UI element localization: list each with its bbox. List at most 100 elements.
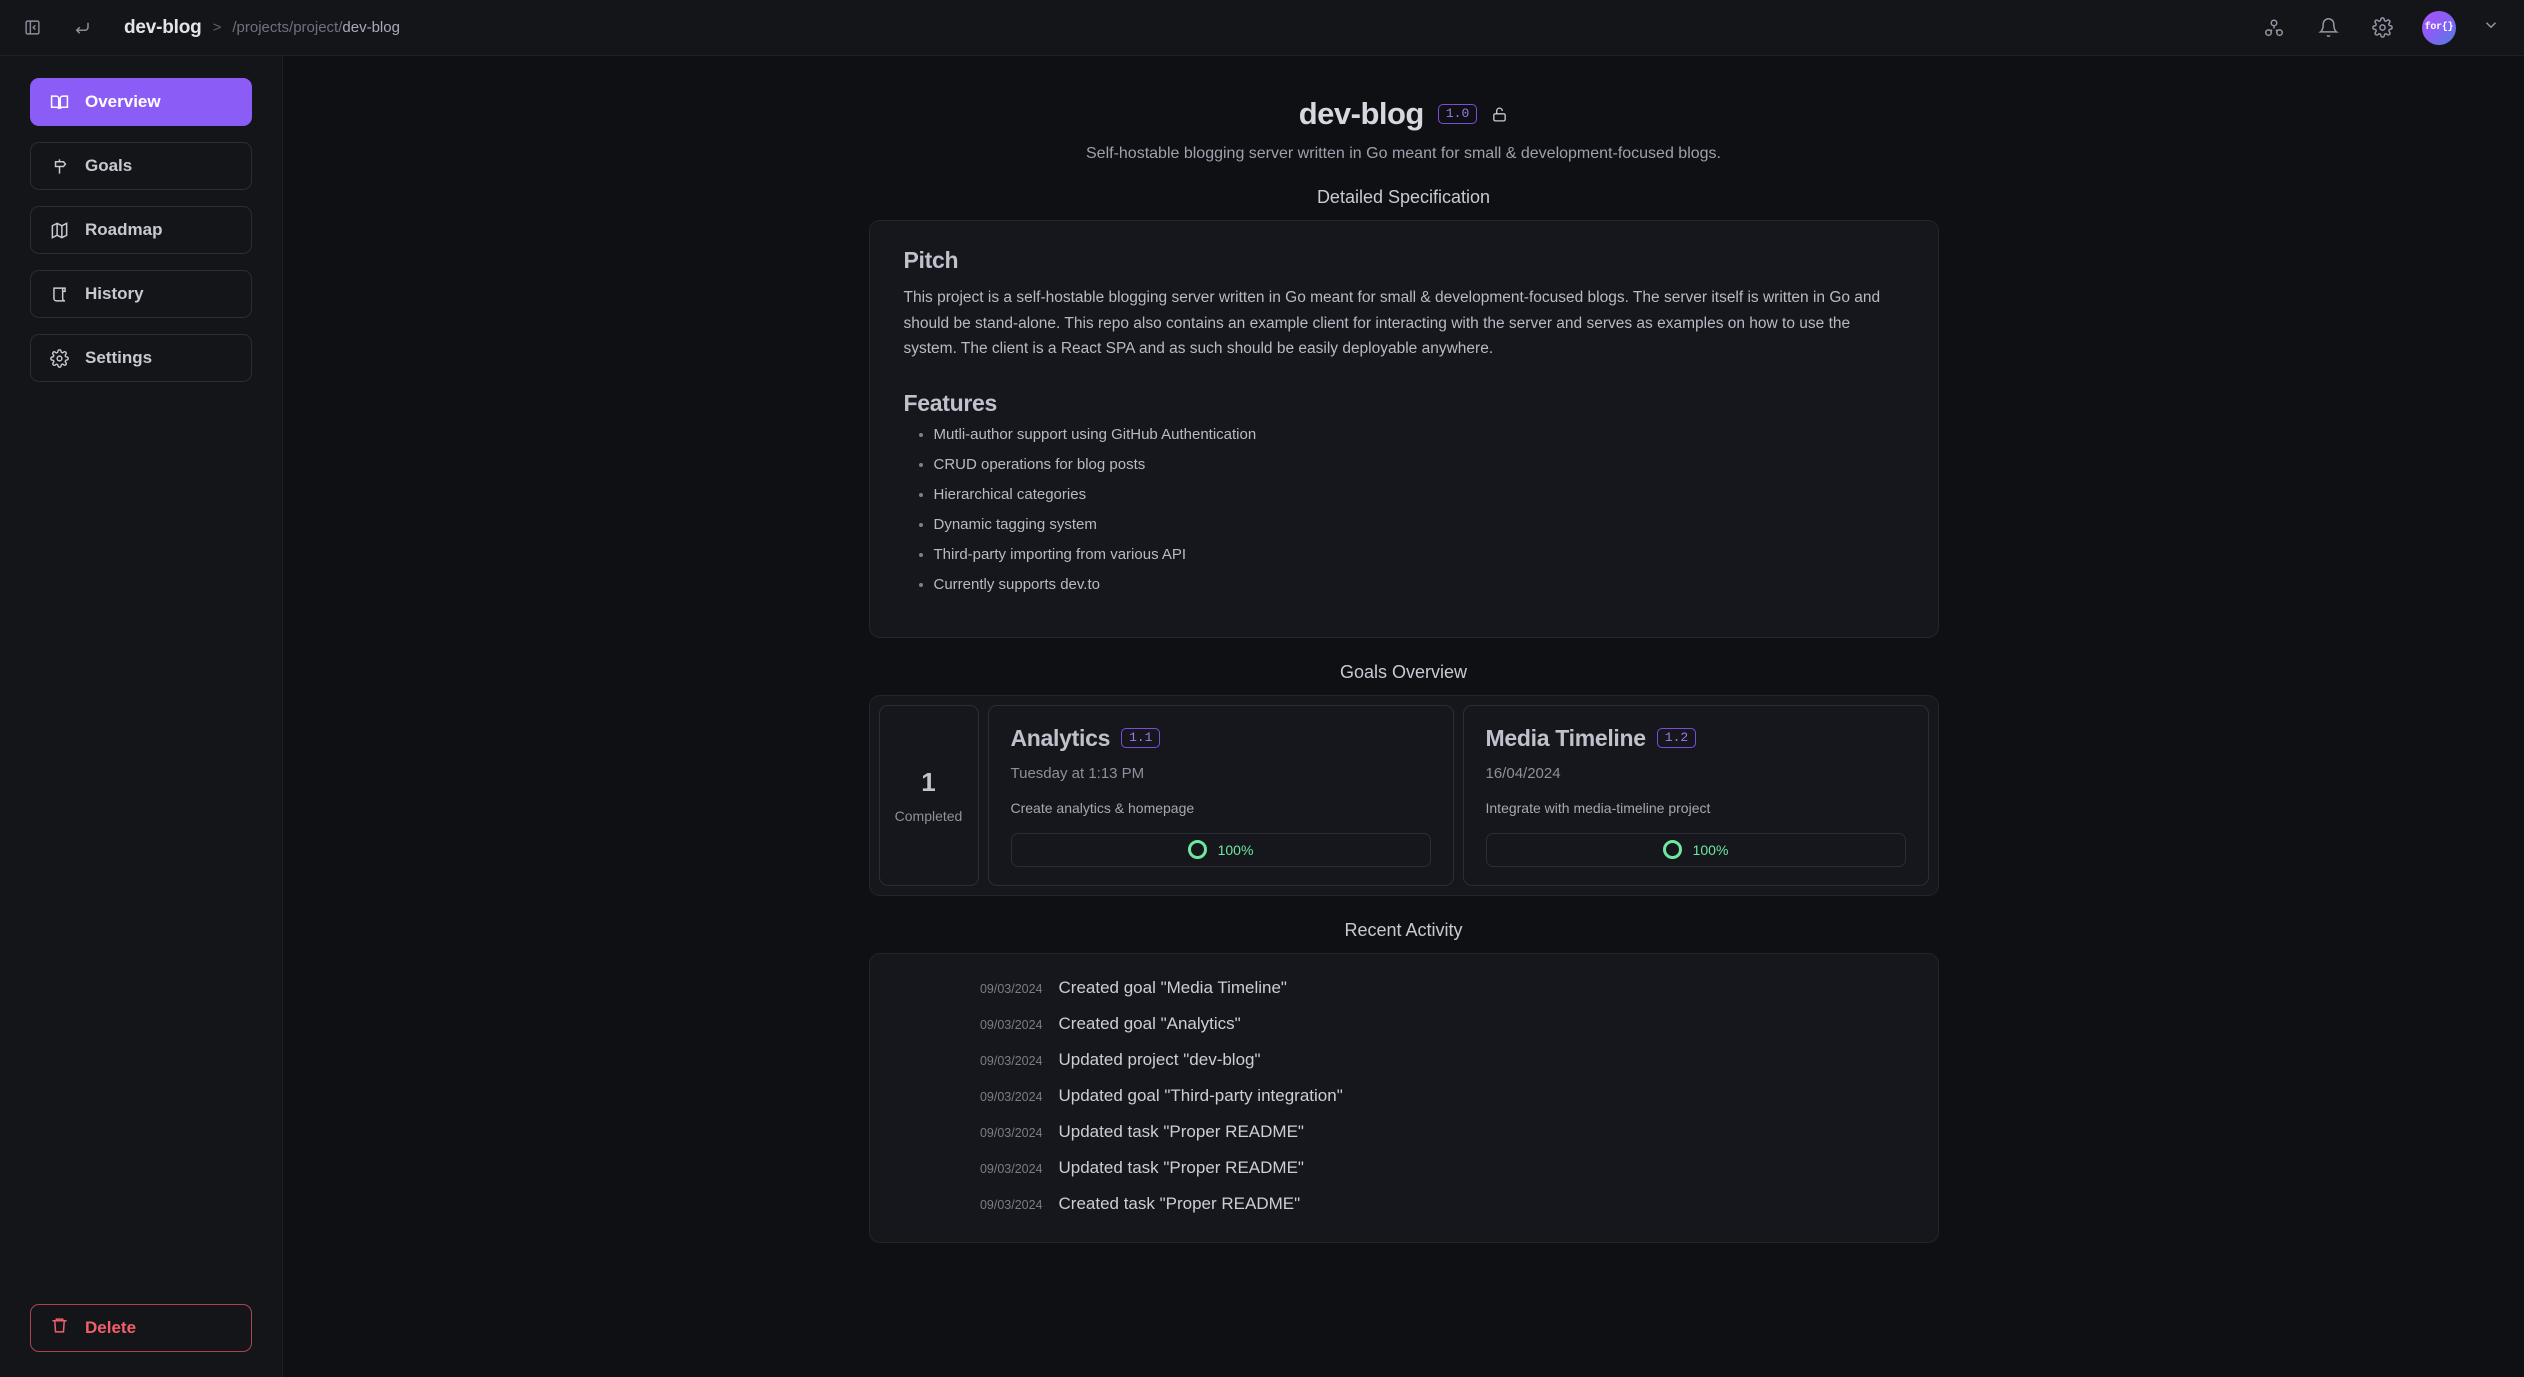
breadcrumb: dev-blog > /projects/project/dev-blog — [124, 17, 400, 39]
chevron-down-icon[interactable] — [2482, 16, 2500, 39]
goal-date: Tuesday at 1:13 PM — [1010, 764, 1145, 782]
features-heading: Features — [903, 389, 998, 416]
activity-text: Updated project "dev-blog" — [1058, 1049, 1261, 1069]
list-item: Hierarchical categories — [934, 487, 1904, 502]
activity-text: Created task "Proper README" — [1058, 1193, 1301, 1213]
section-title-specification: Detailed Specification — [1316, 187, 1491, 207]
activity-text: Created goal "Analytics" — [1058, 1013, 1241, 1033]
goal-card[interactable]: Analytics 1.1 Tuesday at 1:13 PM Create … — [987, 704, 1454, 886]
activity-date: 09/03/2024 — [979, 1089, 1043, 1104]
goals-overview: 1 Completed Analytics 1.1 Tuesday at 1:1… — [868, 694, 1939, 896]
breadcrumb-title[interactable]: dev-blog — [124, 17, 202, 39]
list-item[interactable]: 09/03/2024 Created goal "Analytics" — [870, 1008, 1938, 1044]
panel-collapse-icon[interactable] — [18, 14, 46, 42]
bell-icon[interactable] — [2314, 14, 2342, 42]
activity-text: Updated task "Proper README" — [1058, 1121, 1304, 1141]
list-item: Dynamic tagging system — [934, 517, 1904, 532]
goal-description: Integrate with media-timeline project — [1485, 799, 1711, 816]
breadcrumb-path-prefix: /projects/project/ — [232, 19, 343, 36]
goal-version-badge: 1.1 — [1121, 728, 1161, 749]
progress-percent: 100% — [1217, 841, 1254, 858]
sidebar-item-label: History — [85, 284, 144, 303]
list-item[interactable]: 09/03/2024 Updated goal "Third-party int… — [870, 1080, 1938, 1116]
content-column: dev-blog 1.0 Self-hostable blogging serv… — [868, 96, 1939, 1243]
list-item[interactable]: 09/03/2024 Updated task "Proper README" — [870, 1116, 1938, 1152]
sidebar-item-roadmap[interactable]: Roadmap — [30, 206, 252, 254]
page-title-row: dev-blog 1.0 — [869, 96, 1939, 132]
pitch-heading: Pitch — [903, 247, 959, 273]
unlock-icon[interactable] — [1491, 106, 1508, 123]
trash-icon — [50, 1316, 69, 1340]
recent-activity-list: 09/03/2024 Created goal "Media Timeline"… — [868, 952, 1939, 1243]
top-bar-right: for{} — [2260, 10, 2500, 45]
map-icon — [50, 221, 69, 240]
features-list: Mutli-author support using GitHub Authen… — [934, 427, 1904, 592]
breadcrumb-separator: > — [212, 19, 222, 36]
goal-progress: 100% — [1010, 832, 1431, 867]
top-bar-left: dev-blog > /projects/project/dev-blog — [18, 14, 400, 42]
list-item[interactable]: 09/03/2024 Updated project "dev-blog" — [870, 1044, 1938, 1080]
goal-description: Create analytics & homepage — [1010, 799, 1195, 816]
activity-date: 09/03/2024 — [979, 1161, 1043, 1176]
list-item: CRUD operations for blog posts — [934, 457, 1904, 472]
pitch-body: This project is a self-hostable blogging… — [903, 289, 1881, 358]
activity-date: 09/03/2024 — [979, 1017, 1043, 1032]
sidebar-item-goals[interactable]: Goals — [30, 142, 252, 190]
app-shell: Overview Goals Roadmap History Settings … — [0, 56, 2524, 1377]
goal-version-badge: 1.2 — [1656, 728, 1697, 749]
sidebar-item-history[interactable]: History — [30, 270, 252, 318]
activity-date: 09/03/2024 — [979, 1197, 1043, 1212]
section-title-goals: Goals Overview — [1339, 661, 1468, 682]
list-item[interactable]: 09/03/2024 Created task "Proper README" — [870, 1188, 1938, 1224]
progress-ring-icon — [1662, 840, 1682, 860]
activity-date: 09/03/2024 — [979, 1053, 1043, 1068]
goal-name: Media Timeline — [1485, 724, 1647, 751]
activity-text: Updated task "Proper README" — [1058, 1157, 1304, 1177]
gear-icon[interactable] — [2368, 14, 2396, 42]
molecule-icon[interactable] — [2260, 14, 2288, 42]
goal-header: Analytics 1.1 — [1011, 725, 1431, 752]
sidebar-item-overview[interactable]: Overview — [30, 78, 252, 126]
delete-button-label: Delete — [85, 1318, 137, 1337]
sidebar-item-settings[interactable]: Settings — [30, 334, 252, 382]
return-arrow-icon[interactable] — [68, 14, 96, 42]
goal-card[interactable]: Media Timeline 1.2 16/04/2024 Integrate … — [1462, 704, 1929, 886]
list-item: Mutli-author support using GitHub Authen… — [934, 427, 1904, 442]
progress-percent: 100% — [1692, 841, 1729, 858]
sidebar-item-label: Roadmap — [85, 220, 163, 239]
sidebar-item-label: Overview — [85, 92, 161, 111]
list-item[interactable]: 09/03/2024 Created goal "Media Timeline" — [870, 972, 1938, 1008]
goal-date: 16/04/2024 — [1485, 764, 1561, 782]
scroll-icon — [50, 285, 69, 304]
completed-stat: 1 Completed — [878, 704, 979, 886]
page-subtitle: Self-hostable blogging server written in… — [1086, 145, 1721, 162]
gear-icon — [50, 348, 69, 368]
activity-text: Updated goal "Third-party integration" — [1058, 1085, 1343, 1105]
signpost-icon — [50, 157, 69, 176]
sidebar-item-label: Goals — [85, 156, 133, 175]
progress-ring-icon — [1187, 840, 1207, 860]
goal-name: Analytics — [1010, 724, 1111, 751]
top-bar: dev-blog > /projects/project/dev-blog fo… — [0, 0, 2524, 56]
breadcrumb-path-current: dev-blog — [342, 19, 400, 36]
completed-label: Completed — [894, 807, 963, 824]
sidebar: Overview Goals Roadmap History Settings … — [0, 56, 283, 1377]
activity-date: 09/03/2024 — [979, 981, 1043, 996]
goal-header: Media Timeline 1.2 — [1486, 725, 1906, 752]
list-item[interactable]: 09/03/2024 Updated task "Proper README" — [870, 1152, 1938, 1188]
book-open-icon — [50, 93, 69, 112]
version-badge: 1.0 — [1437, 104, 1478, 124]
section-title-activity: Recent Activity — [1344, 919, 1463, 940]
goal-progress: 100% — [1485, 832, 1906, 867]
list-item: Third-party importing from various API — [934, 547, 1904, 562]
completed-count: 1 — [921, 766, 936, 797]
delete-button[interactable]: Delete — [30, 1304, 252, 1352]
specification-card: Pitch This project is a self-hostable bl… — [868, 220, 1939, 638]
breadcrumb-path[interactable]: /projects/project/dev-blog — [232, 19, 400, 36]
sidebar-item-label: Settings — [85, 348, 153, 367]
avatar[interactable]: for{} — [2422, 10, 2456, 45]
list-item: Currently supports dev.to — [934, 577, 1904, 592]
activity-date: 09/03/2024 — [979, 1125, 1043, 1140]
page-title: dev-blog — [1298, 96, 1425, 131]
activity-text: Created goal "Media Timeline" — [1058, 977, 1287, 997]
